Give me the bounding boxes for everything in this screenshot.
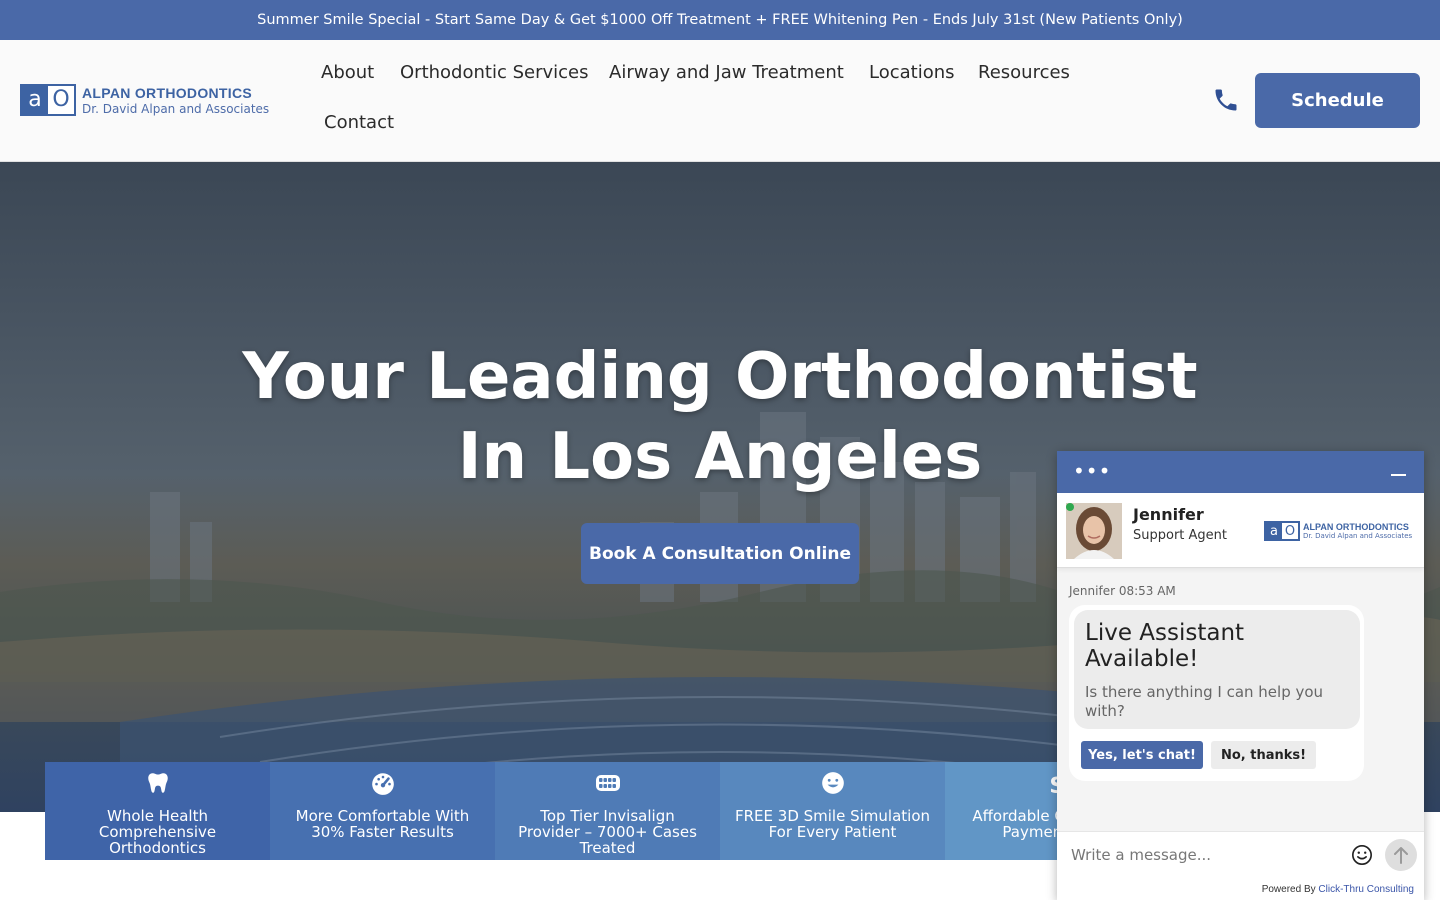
feature-tile-3d-smile[interactable]: FREE 3D Smile Simulation For Every Patie… [720,762,945,860]
feature-tile-invisalign[interactable]: Top Tier Invisalign Provider – 7000+ Cas… [495,762,720,860]
logo-mark-o: O [48,86,74,114]
chat-send-button[interactable] [1385,839,1417,871]
agent-online-indicator [1066,503,1074,511]
feature-text: More Comfortable With 30% Faster Results [295,807,470,841]
promo-banner[interactable]: Summer Smile Special - Start Same Day & … [0,0,1440,40]
logo-title: ALPAN ORTHODONTICS [1303,522,1409,532]
promo-text: Summer Smile Special - Start Same Day & … [257,12,1183,28]
feature-text: Top Tier Invisalign Provider – 7000+ Cas… [518,807,697,857]
site-header: a O ALPAN ORTHODONTICS Dr. David Alpan a… [0,40,1440,162]
chat-message-input[interactable] [1071,842,1341,868]
agent-name: Jennifer [1133,505,1204,524]
nav-contact[interactable]: Contact [324,112,394,133]
chat-header: ••• [1057,451,1424,493]
logo-tagline: Dr. David Alpan and Associates [82,101,270,116]
logo-mark-a: a [22,86,48,114]
book-consultation-button[interactable]: Book A Consultation Online [581,523,859,584]
chat-minimize-button[interactable] [1391,474,1406,476]
agent-role: Support Agent [1133,528,1228,543]
feature-tiles: Whole Health Comprehensive Orthodontics … [45,762,1170,860]
aligner-icon [595,775,620,791]
chat-brand-logo: a O ALPAN ORTHODONTICS Dr. David Alpan a… [1264,521,1412,541]
chat-no-button[interactable]: No, thanks! [1211,741,1316,769]
powered-by-link[interactable]: Click-Thru Consulting [1318,884,1414,895]
nav-locations[interactable]: Locations [869,62,955,83]
feature-text: Whole Health Comprehensive Orthodontics [98,807,217,857]
logo-mark-a: a [1266,523,1282,539]
logo-mark: a O [20,84,76,116]
feature-text: FREE 3D Smile Simulation For Every Patie… [735,807,930,841]
chat-yes-button[interactable]: Yes, let's chat! [1081,741,1203,769]
nav-about[interactable]: About [321,62,374,83]
gauge-icon [371,773,394,795]
chat-powered-by: Powered By Click-Thru Consulting [1057,877,1424,900]
nav-resources[interactable]: Resources [978,62,1070,83]
chat-agent-card: Jennifer Support Agent a O ALPAN ORTHODO… [1057,493,1424,568]
logo-mark-o: O [1282,523,1298,539]
nav-airway-jaw-treatment[interactable]: Airway and Jaw Treatment [609,62,844,83]
arrow-up-icon [1394,847,1408,864]
hero-title-line-1: Your Leading Orthodontist [242,340,1198,414]
chat-message-meta: Jennifer 08:53 AM [1069,584,1176,598]
smile-icon [821,772,844,794]
nav-orthodontic-services[interactable]: Orthodontic Services [400,62,588,83]
tooth-icon [147,773,168,793]
agent-avatar [1066,503,1122,559]
logo-title: ALPAN ORTHODONTICS [82,84,253,101]
emoji-icon[interactable] [1351,844,1373,866]
site-logo[interactable]: a O ALPAN ORTHODONTICS Dr. David Alpan a… [20,84,269,116]
powered-by-label: Powered By [1261,884,1319,895]
chat-bubble-title: Live Assistant Available! [1085,620,1245,672]
feature-tile-faster-results[interactable]: More Comfortable With 30% Faster Results [270,762,495,860]
logo-tagline: Dr. David Alpan and Associates [1303,532,1413,540]
chat-widget: ••• Jennifer Support Agent a O ALPAN ORT… [1057,451,1424,900]
feature-tile-whole-health[interactable]: Whole Health Comprehensive Orthodontics [45,762,270,860]
chat-message-bubble: Live Assistant Available! Is there anyth… [1074,610,1360,729]
phone-icon[interactable] [1212,86,1240,114]
schedule-button[interactable]: Schedule [1255,73,1420,128]
chat-composer [1057,831,1424,877]
chat-message-card: Live Assistant Available! Is there anyth… [1069,605,1364,781]
chat-menu-button[interactable]: ••• [1073,459,1111,483]
chat-bubble-body: Is there anything I can help you with? [1085,683,1324,720]
logo-mark: a O [1264,521,1300,541]
